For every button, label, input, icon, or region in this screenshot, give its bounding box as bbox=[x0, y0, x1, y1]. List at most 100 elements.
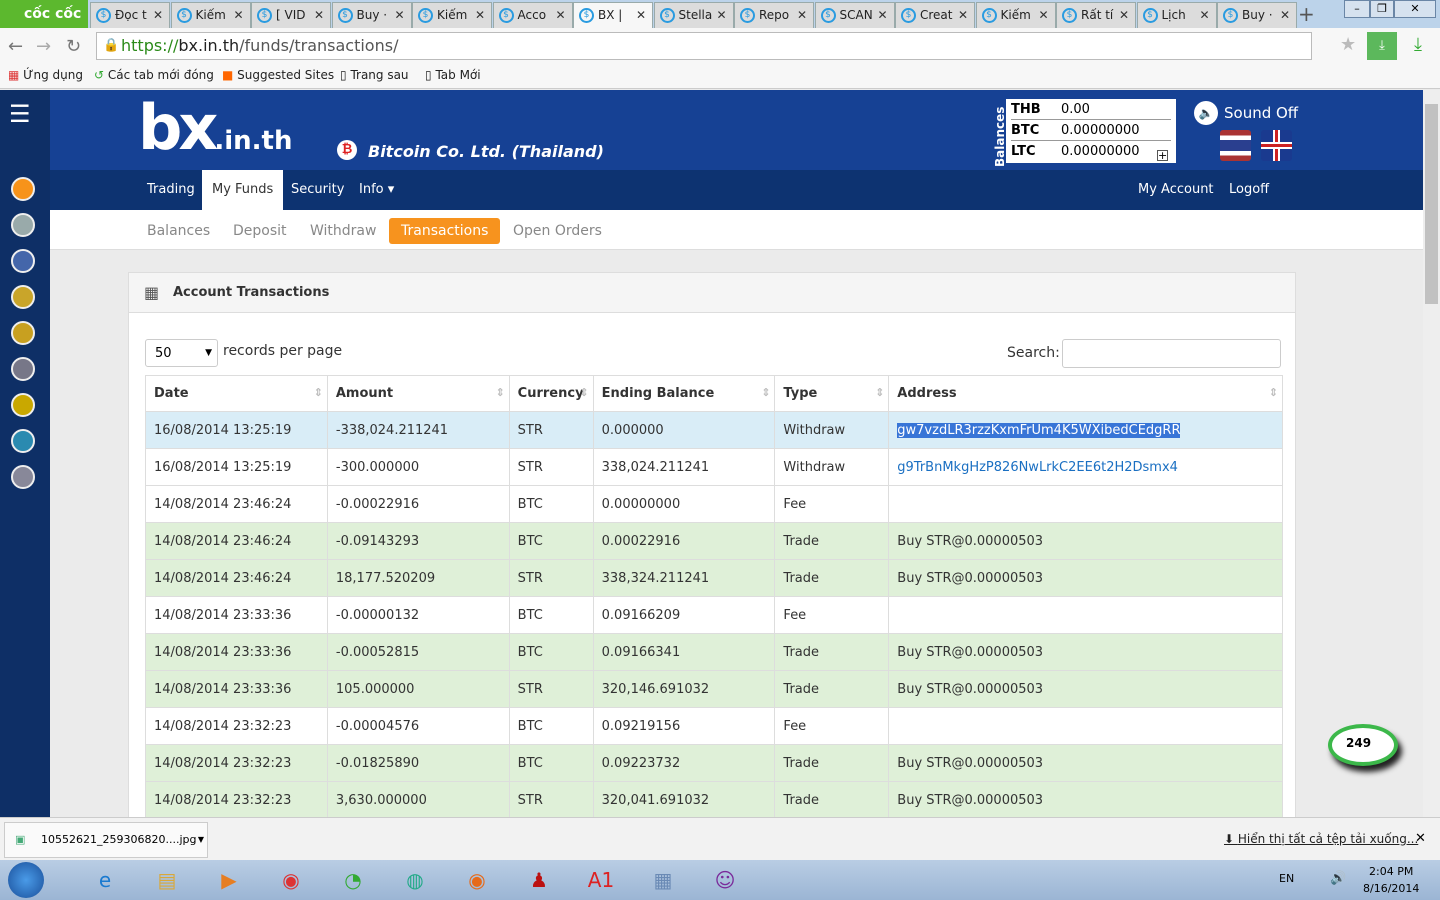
coin-icon[interactable] bbox=[11, 465, 35, 489]
nav-security[interactable]: Security bbox=[281, 170, 354, 210]
browser-tab[interactable]: $ Lịch ✕ bbox=[1136, 2, 1217, 28]
download-save-button[interactable]: ⤓ bbox=[1367, 32, 1397, 60]
coin-icon[interactable] bbox=[11, 177, 35, 201]
nav-logoff[interactable]: Logoff bbox=[1219, 170, 1279, 210]
search-input[interactable] bbox=[1062, 339, 1281, 368]
back-icon[interactable]: ← bbox=[8, 36, 23, 57]
a1-taskbar-icon[interactable]: A1 bbox=[570, 862, 632, 898]
close-tab-icon[interactable]: ✕ bbox=[877, 3, 887, 27]
coin-icon[interactable] bbox=[11, 321, 35, 345]
menu-icon[interactable]: ☰ bbox=[9, 102, 31, 126]
chrome-taskbar-icon[interactable]: ◉ bbox=[260, 862, 322, 898]
subnav-deposit[interactable]: Deposit bbox=[221, 218, 299, 244]
browser-tab[interactable]: $ Đọc t ✕ bbox=[90, 2, 170, 28]
app-taskbar-icon[interactable]: ♟ bbox=[508, 862, 570, 898]
coin-icon[interactable] bbox=[11, 213, 35, 237]
page-scrollbar[interactable] bbox=[1423, 90, 1440, 817]
clock-date[interactable]: 8/16/2014 bbox=[1363, 882, 1419, 895]
ie-taskbar-icon[interactable]: e bbox=[74, 862, 136, 898]
uk-flag-icon[interactable] bbox=[1261, 130, 1292, 161]
column-header[interactable]: Date bbox=[145, 375, 328, 412]
close-tab-icon[interactable]: ✕ bbox=[958, 3, 968, 27]
show-all-downloads-link[interactable]: ⬇ Hiển thị tất cả tệp tải xuống... bbox=[1224, 832, 1418, 846]
close-tab-icon[interactable]: ✕ bbox=[797, 3, 807, 27]
nav-my-funds[interactable]: My Funds bbox=[202, 170, 284, 210]
sound-icon[interactable]: 🔈 bbox=[1194, 101, 1218, 125]
column-header[interactable]: Type bbox=[774, 375, 890, 412]
column-header[interactable]: Currency bbox=[508, 375, 594, 412]
browser-tab[interactable]: $ Repo ✕ bbox=[734, 2, 814, 28]
download-icon[interactable]: ⤓ bbox=[1414, 34, 1422, 55]
star-icon[interactable]: ★ bbox=[1340, 34, 1356, 55]
subnav-balances[interactable]: Balances bbox=[135, 218, 222, 244]
bookmark-new-tab[interactable]: ▯ Tab Mới bbox=[425, 68, 481, 82]
browser-tab[interactable]: $ [ VID ✕ bbox=[251, 2, 331, 28]
browser-tab[interactable]: $ Kiếm ✕ bbox=[975, 2, 1056, 28]
close-tab-icon[interactable]: ✕ bbox=[1038, 3, 1048, 27]
subnav-open-orders[interactable]: Open Orders bbox=[501, 218, 614, 244]
browser-tab[interactable]: $ BX | ✕ bbox=[573, 2, 653, 28]
bookmark-recent-tabs[interactable]: ↺ Các tab mới đóng bbox=[94, 68, 214, 82]
browser-tab[interactable]: $ Kiếm ✕ bbox=[170, 2, 251, 28]
column-header[interactable]: Amount bbox=[326, 375, 510, 412]
page-size-select[interactable]: 50 ▼ bbox=[145, 339, 218, 367]
column-header[interactable]: Ending Balance bbox=[592, 375, 776, 412]
close-tab-icon[interactable]: ✕ bbox=[1280, 3, 1290, 27]
subnav-transactions[interactable]: Transactions bbox=[389, 218, 501, 244]
chat-bubble[interactable]: 249 bbox=[1328, 724, 1398, 766]
coccoc-logo[interactable]: cốc cốc bbox=[0, 0, 88, 28]
address-link[interactable]: g9TrBnMkgHzP826NwLrkC2EE6t2H2Dsmx4 bbox=[897, 460, 1178, 475]
close-tab-icon[interactable]: ✕ bbox=[394, 3, 404, 27]
coin-icon[interactable] bbox=[11, 429, 35, 453]
start-button[interactable] bbox=[8, 862, 44, 898]
nav-trading[interactable]: Trading bbox=[137, 170, 205, 210]
thai-flag-icon[interactable] bbox=[1220, 130, 1251, 161]
close-tab-icon[interactable]: ✕ bbox=[153, 3, 163, 27]
language-indicator[interactable]: EN bbox=[1279, 872, 1294, 885]
browser-tab[interactable]: $ Buy · ✕ bbox=[331, 2, 412, 28]
coccoc-taskbar-icon[interactable]: ◔ bbox=[322, 862, 384, 898]
yahoo-messenger-taskbar-icon[interactable]: ☺ bbox=[694, 862, 756, 898]
bookmark-apps[interactable]: ▦ Ứng dụng bbox=[8, 68, 83, 82]
close-tab-icon[interactable]: ✕ bbox=[636, 3, 646, 27]
close-tab-icon[interactable]: ✕ bbox=[314, 3, 324, 27]
subnav-withdraw[interactable]: Withdraw bbox=[298, 218, 388, 244]
browser-tab[interactable]: $ Rất tí ✕ bbox=[1056, 2, 1136, 28]
browser-tab[interactable]: $ Creat ✕ bbox=[895, 2, 975, 28]
browser-tab[interactable]: $ Acco ✕ bbox=[492, 2, 573, 28]
explorer-taskbar-icon[interactable]: ▤ bbox=[136, 862, 198, 898]
forward-icon[interactable]: → bbox=[36, 36, 51, 57]
nav-my-account[interactable]: My Account bbox=[1128, 170, 1224, 210]
close-tab-icon[interactable]: ✕ bbox=[1199, 3, 1209, 27]
coin-icon[interactable] bbox=[11, 285, 35, 309]
new-tab-button[interactable]: + bbox=[1298, 2, 1315, 26]
maximize-button[interactable]: ❐ bbox=[1370, 0, 1394, 18]
nav-info[interactable]: Info ▾ bbox=[349, 170, 404, 210]
browser-tab[interactable]: $ Kiếm ✕ bbox=[412, 2, 492, 28]
firefox-taskbar-icon[interactable]: ◉ bbox=[446, 862, 508, 898]
browser-tab[interactable]: $ SCAN ✕ bbox=[814, 2, 895, 28]
url-input[interactable]: 🔒 https://bx.in.th/funds/transactions/ bbox=[96, 32, 1312, 60]
reload-icon[interactable]: ↻ bbox=[66, 36, 81, 57]
expand-balances-icon[interactable]: + bbox=[1157, 150, 1168, 161]
media-player-taskbar-icon[interactable]: ▶ bbox=[198, 862, 260, 898]
calculator-taskbar-icon[interactable]: ▦ bbox=[632, 862, 694, 898]
close-tab-icon[interactable]: ✕ bbox=[233, 3, 243, 27]
sound-toggle[interactable]: Sound Off bbox=[1224, 104, 1298, 122]
browser-tab[interactable]: $ Stella ✕ bbox=[653, 2, 734, 28]
close-tab-icon[interactable]: ✕ bbox=[555, 3, 565, 27]
bookmark-suggested[interactable]: ■ Suggested Sites bbox=[222, 68, 334, 82]
coin-icon[interactable] bbox=[11, 357, 35, 381]
close-tab-icon[interactable]: ✕ bbox=[716, 3, 726, 27]
close-download-bar-icon[interactable]: ✕ bbox=[1415, 831, 1426, 846]
downloader-taskbar-icon[interactable]: ◍ bbox=[384, 862, 446, 898]
clock-time[interactable]: 2:04 PM bbox=[1369, 865, 1413, 878]
chevron-down-icon[interactable]: ▼ bbox=[198, 823, 204, 857]
close-window-button[interactable]: ✕ bbox=[1394, 0, 1436, 18]
minimize-button[interactable]: – bbox=[1344, 0, 1370, 18]
bx-logo[interactable]: bx.in.th bbox=[138, 92, 293, 177]
download-item[interactable]: ▣ 10552621_259306820....jpg ▼ bbox=[4, 822, 208, 858]
browser-tab[interactable]: $ Buy · ✕ bbox=[1217, 2, 1297, 28]
close-tab-icon[interactable]: ✕ bbox=[1119, 3, 1129, 27]
bookmark-next-page[interactable]: ▯ Trang sau bbox=[340, 68, 409, 82]
